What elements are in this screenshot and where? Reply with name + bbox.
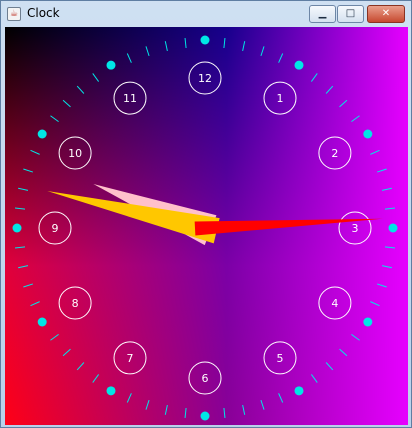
hour-dot bbox=[294, 60, 304, 70]
minute-tick bbox=[164, 404, 168, 415]
numeral-8: 8 bbox=[72, 297, 79, 310]
minute-tick bbox=[310, 374, 318, 383]
numeral-2: 2 bbox=[331, 147, 338, 160]
minute-tick bbox=[310, 73, 318, 82]
maximize-icon: □ bbox=[345, 8, 356, 19]
hour-dot bbox=[106, 386, 116, 396]
minute-tick bbox=[325, 362, 334, 371]
hour-dot bbox=[200, 411, 210, 421]
title-bar[interactable]: ☕ Clock ▁ □ ✕ bbox=[1, 1, 411, 27]
minute-tick bbox=[381, 187, 392, 191]
minute-tick bbox=[30, 149, 40, 155]
minute-tick bbox=[76, 362, 85, 371]
minute-tick bbox=[242, 41, 246, 52]
minute-tick bbox=[14, 207, 26, 210]
numeral-5: 5 bbox=[277, 352, 284, 365]
hour-dot bbox=[363, 317, 373, 327]
minute-tick bbox=[260, 46, 265, 57]
minute-tick bbox=[370, 149, 380, 155]
hour-dot bbox=[12, 223, 22, 233]
minute-tick bbox=[18, 265, 29, 269]
minute-tick bbox=[260, 399, 265, 410]
minute-tick bbox=[223, 37, 226, 49]
minute-tick bbox=[242, 404, 246, 415]
minute-tick bbox=[184, 407, 187, 419]
minute-tick bbox=[23, 168, 34, 173]
hour-dot bbox=[363, 129, 373, 139]
minute-tick bbox=[325, 85, 334, 94]
minute-tick bbox=[145, 46, 150, 57]
java-cup-icon[interactable]: ☕ bbox=[7, 7, 21, 21]
minute-tick bbox=[126, 53, 132, 63]
minute-tick bbox=[384, 246, 396, 249]
hour-dot bbox=[200, 35, 210, 45]
minute-tick bbox=[30, 301, 40, 307]
minute-tick bbox=[50, 333, 59, 341]
numeral-11: 11 bbox=[123, 92, 137, 105]
minute-tick bbox=[278, 53, 284, 63]
hour-dot bbox=[106, 60, 116, 70]
clock-canvas: 12 1 2 3 4 5 6 7 8 9 10 11 bbox=[5, 27, 408, 425]
minute-tick bbox=[184, 37, 187, 49]
hour-dot bbox=[37, 317, 47, 327]
maximize-button[interactable]: □ bbox=[337, 5, 364, 23]
close-button[interactable]: ✕ bbox=[367, 5, 405, 23]
hour-dot bbox=[388, 223, 398, 233]
hour-dot bbox=[37, 129, 47, 139]
minute-tick bbox=[376, 283, 387, 288]
minute-tick bbox=[376, 168, 387, 173]
close-icon: ✕ bbox=[381, 8, 391, 19]
minute-tick bbox=[351, 333, 360, 341]
minute-tick bbox=[92, 73, 100, 82]
minute-tick bbox=[18, 187, 29, 191]
minute-tick bbox=[76, 85, 85, 94]
window-title: Clock bbox=[27, 6, 60, 20]
numeral-10: 10 bbox=[68, 147, 82, 160]
numeral-1: 1 bbox=[277, 92, 284, 105]
minute-tick bbox=[278, 393, 284, 403]
minute-tick bbox=[339, 348, 348, 357]
minute-tick bbox=[92, 374, 100, 383]
minimize-button[interactable]: ▁ bbox=[309, 5, 336, 23]
minimize-icon: ▁ bbox=[318, 8, 327, 19]
hour-dot bbox=[294, 386, 304, 396]
numeral-9: 9 bbox=[52, 222, 59, 235]
minute-tick bbox=[164, 41, 168, 52]
minute-tick bbox=[384, 207, 396, 210]
minute-tick bbox=[62, 99, 71, 108]
minute-tick bbox=[14, 246, 26, 249]
clock-face: 121234567891011 bbox=[12, 35, 398, 421]
numeral-12: 12 bbox=[198, 72, 212, 85]
numeral-7: 7 bbox=[127, 352, 134, 365]
minute-tick bbox=[126, 393, 132, 403]
minute-tick bbox=[370, 301, 380, 307]
minute-tick bbox=[50, 115, 59, 123]
minute-tick bbox=[381, 265, 392, 269]
minute-tick bbox=[339, 99, 348, 108]
minute-tick bbox=[351, 115, 360, 123]
minute-tick bbox=[23, 283, 34, 288]
numeral-3: 3 bbox=[352, 222, 359, 235]
clock-window: ☕ Clock ▁ □ ✕ 12 1 2 3 4 5 6 7 8 9 10 11 bbox=[0, 0, 412, 428]
minute-tick bbox=[62, 348, 71, 357]
minute-tick bbox=[223, 407, 226, 419]
numeral-6: 6 bbox=[202, 372, 209, 385]
minute-tick bbox=[145, 399, 150, 410]
numeral-4: 4 bbox=[331, 297, 338, 310]
